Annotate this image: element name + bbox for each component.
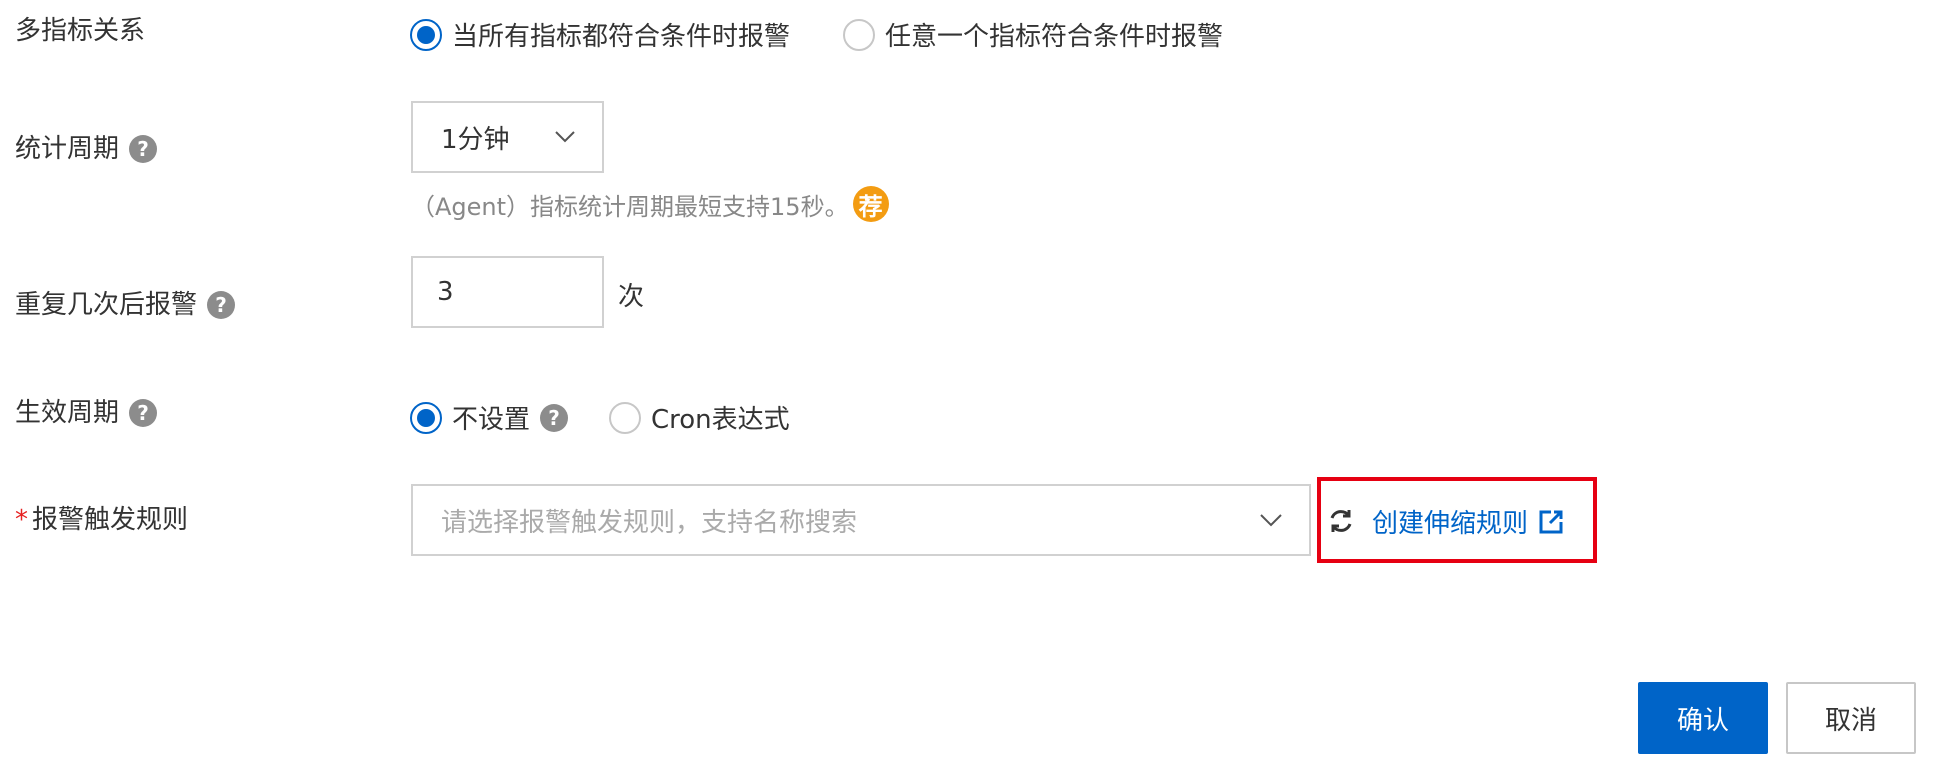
- question-icon[interactable]: ?: [207, 291, 236, 319]
- confirm-button[interactable]: 确认: [1638, 682, 1768, 754]
- period-select-value: 1分钟: [441, 124, 510, 155]
- trigger-rule-label: * 报警触发规则: [15, 505, 189, 535]
- repeat-label: 重复几次后报警 ?: [15, 288, 236, 322]
- multi-metric-label: 多指标关系: [15, 16, 146, 46]
- external-link-icon: [1539, 510, 1563, 533]
- chevron-down-icon: [555, 131, 575, 143]
- cancel-button[interactable]: 取消: [1786, 682, 1916, 754]
- radio-any-metric-indicator[interactable]: [843, 18, 875, 51]
- required-mark: *: [15, 505, 28, 535]
- repeat-count-input[interactable]: 3: [411, 256, 604, 328]
- trigger-rule-placeholder: 请选择报警触发规则，支持名称搜索: [441, 507, 858, 538]
- refresh-icon[interactable]: [1327, 507, 1355, 535]
- effective-period-label: 生效周期 ?: [15, 396, 158, 430]
- period-label: 统计周期 ?: [15, 132, 158, 166]
- radio-all-metrics-indicator[interactable]: [410, 18, 442, 51]
- question-icon[interactable]: ?: [540, 403, 569, 432]
- trigger-rule-select[interactable]: 请选择报警触发规则，支持名称搜索: [411, 484, 1311, 556]
- period-hint: （Agent）指标统计周期最短支持15秒。 荐: [411, 186, 889, 222]
- create-scaling-rule-link[interactable]: 创建伸缩规则: [1372, 503, 1564, 540]
- question-icon[interactable]: ?: [129, 135, 158, 163]
- question-icon[interactable]: ?: [129, 399, 158, 427]
- recommend-badge: 荐: [852, 186, 889, 222]
- chevron-down-icon: [1260, 514, 1282, 527]
- repeat-unit: 次: [618, 282, 645, 312]
- radio-all-metrics[interactable]: 当所有指标都符合条件时报警: [410, 16, 790, 53]
- radio-cron-indicator[interactable]: [609, 401, 641, 434]
- radio-no-setting[interactable]: 不设置 ?: [410, 399, 569, 436]
- radio-any-metric[interactable]: 任意一个指标符合条件时报警: [843, 16, 1223, 53]
- repeat-count-value: 3: [437, 277, 454, 307]
- radio-no-setting-indicator[interactable]: [410, 401, 442, 434]
- period-select[interactable]: 1分钟: [411, 101, 604, 173]
- radio-cron[interactable]: Cron表达式: [609, 399, 790, 436]
